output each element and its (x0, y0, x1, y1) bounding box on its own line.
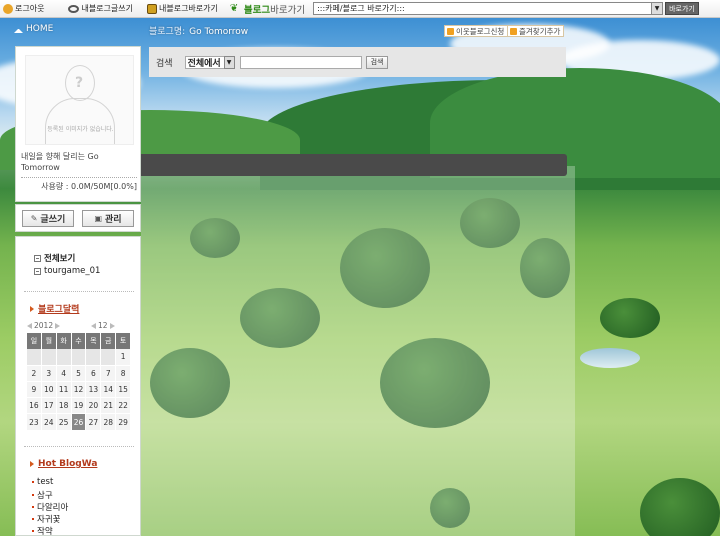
hot-blog-item[interactable]: 삼구 (32, 489, 53, 501)
hot-blog-item[interactable]: 작약 (32, 525, 53, 536)
calendar-title: 블로그달력 (30, 302, 79, 315)
portal-toolbar: 로그아웃 내블로그글쓰기 내블로그바로가기 ❦ 블로그 바로가기 :::카페/블… (0, 0, 720, 18)
calendar-weekday: 월 (41, 333, 57, 350)
search-box: 검색 전체에서 ▼ 검색 (149, 47, 566, 77)
calendar-day[interactable]: 12 (71, 381, 87, 399)
hot-blog-item[interactable]: test (32, 477, 53, 487)
next-month-icon[interactable] (109, 322, 115, 329)
calendar-day[interactable]: 20 (86, 398, 102, 415)
neighbor-icon (447, 27, 454, 35)
search-scope-select[interactable]: 전체에서 ▼ (184, 55, 235, 69)
calendar-weekday: 수 (71, 333, 87, 350)
goto-my-blog-link[interactable]: 내블로그바로가기 (146, 0, 218, 18)
category-item[interactable]: tourgame_01 (34, 266, 100, 276)
calendar-empty-cell (101, 349, 117, 366)
category-view-all[interactable]: 전체보기 (34, 252, 75, 264)
calendar-day[interactable]: 3 (41, 365, 57, 382)
content-title-bar (141, 154, 567, 176)
search-button[interactable]: 검색 (365, 55, 389, 69)
calendar-day[interactable]: 15 (116, 381, 132, 399)
calendar-grid: 일 월 화 수 목 금 토 1 2 3 4 5 6 7 8 9 10 11 12 13 14 15 16 17 18 19 20 21… (27, 333, 132, 431)
avatar-silhouette-icon (45, 98, 115, 144)
calendar-day[interactable]: 24 (41, 414, 57, 431)
calendar-day[interactable]: 11 (56, 381, 72, 399)
calendar-day[interactable]: 13 (86, 381, 102, 399)
logout-icon (3, 3, 13, 14)
calendar-empty-cell (56, 349, 72, 366)
site-shortcut-select[interactable]: :::카페/블로그 바로가기::: ▼ (313, 2, 664, 15)
calendar-year-nav: 2012 (27, 321, 61, 330)
calendar-month-nav: 12 (91, 321, 115, 330)
sprout-icon: ❦ (229, 2, 239, 14)
go-button[interactable]: 바로가기 (665, 2, 699, 15)
calendar-day[interactable]: 29 (116, 414, 132, 431)
calendar-day[interactable]: 18 (56, 398, 72, 415)
link-icon (68, 4, 80, 13)
calendar-empty-cell (71, 349, 87, 366)
neighbor-request-button[interactable]: 이웃블로그신청 (444, 25, 509, 37)
calendar-empty-cell (27, 349, 42, 366)
profile-description: 내일을 향해 달리는 Go Tomorrow (21, 152, 99, 172)
logout-link[interactable]: 로그아웃 (3, 0, 44, 18)
calendar-day[interactable]: 28 (101, 414, 117, 431)
sidebar-panel: 전체보기 tourgame_01 블로그달력 2012 12 일월화수목금토12… (15, 236, 141, 536)
calendar-day[interactable]: 2 (27, 365, 42, 382)
calendar-weekday: 일 (27, 333, 42, 350)
calendar-day[interactable]: 25 (56, 414, 72, 431)
calendar-weekday: 토 (116, 333, 132, 350)
calendar-day[interactable]: 4 (56, 365, 72, 382)
calendar-weekday: 화 (56, 333, 72, 350)
calendar-day[interactable]: 23 (27, 414, 42, 431)
calendar-day[interactable]: 8 (116, 365, 132, 382)
blog-book-icon (146, 3, 157, 14)
hot-blog-item[interactable]: 자귀꽃 (32, 513, 60, 525)
next-year-icon[interactable] (55, 322, 61, 329)
pencil-icon: ✎ (30, 213, 38, 223)
calendar-day[interactable]: 19 (71, 398, 87, 415)
calendar-day[interactable]: 5 (71, 365, 87, 382)
chevron-down-icon: ▼ (223, 55, 235, 69)
calendar-day[interactable]: 1 (116, 349, 132, 366)
profile-box: ? 등록된 이미지가 없습니다. 내일을 향해 달리는 Go Tomorrow … (15, 46, 141, 202)
add-favorite-button[interactable]: 즐겨찾기추가 (507, 25, 565, 37)
home-link[interactable]: HOME (14, 24, 53, 34)
calendar-day[interactable]: 7 (101, 365, 117, 382)
folder-icon (34, 267, 41, 275)
calendar-day[interactable]: 21 (101, 398, 117, 415)
calendar-empty-cell (41, 349, 57, 366)
prev-month-icon[interactable] (91, 322, 96, 329)
search-label: 검색 (156, 58, 173, 69)
folder-icon (34, 254, 41, 262)
calendar-day[interactable]: 14 (101, 381, 117, 399)
prev-year-icon[interactable] (27, 322, 32, 329)
avatar-placeholder-text: 등록된 이미지가 없습니다. (47, 126, 114, 133)
calendar-day[interactable]: 26 (71, 414, 87, 431)
question-mark-icon: ? (75, 75, 84, 91)
calendar-day[interactable]: 27 (86, 414, 102, 431)
manage-button[interactable]: ▣ 관리 (82, 209, 134, 227)
lock-icon: ▣ (94, 213, 102, 223)
calendar-day[interactable]: 16 (27, 398, 42, 415)
calendar-empty-cell (86, 349, 102, 366)
hot-blogwa-title: Hot BlogWa (30, 459, 97, 469)
calendar-day[interactable]: 9 (27, 381, 42, 399)
avatar: ? 등록된 이미지가 없습니다. (25, 55, 134, 145)
blog-shortcut-label: ❦ 블로그 바로가기 (229, 2, 306, 16)
write-post-link[interactable]: 내블로그글쓰기 (68, 0, 133, 18)
blog-actions: ✎ 글쓰기 ▣ 관리 (15, 204, 141, 232)
calendar-day[interactable]: 22 (116, 398, 132, 415)
write-button[interactable]: ✎ 글쓰기 (22, 209, 74, 227)
blog-name: 블로그명: Go Tomorrow (149, 27, 249, 37)
calendar-day[interactable]: 10 (41, 381, 57, 399)
storage-usage: 사용량 : 0.0M/50M[0.0%] (21, 177, 137, 192)
hot-blog-item[interactable]: 다알리아 (32, 501, 68, 513)
chevron-down-icon: ▼ (651, 3, 663, 14)
home-icon (14, 25, 23, 33)
calendar-day[interactable]: 17 (41, 398, 57, 415)
favorite-icon (510, 27, 517, 35)
search-input[interactable] (239, 55, 362, 69)
calendar-weekday: 목 (86, 333, 102, 350)
calendar-day[interactable]: 6 (86, 365, 102, 382)
calendar-weekday: 금 (101, 333, 117, 350)
